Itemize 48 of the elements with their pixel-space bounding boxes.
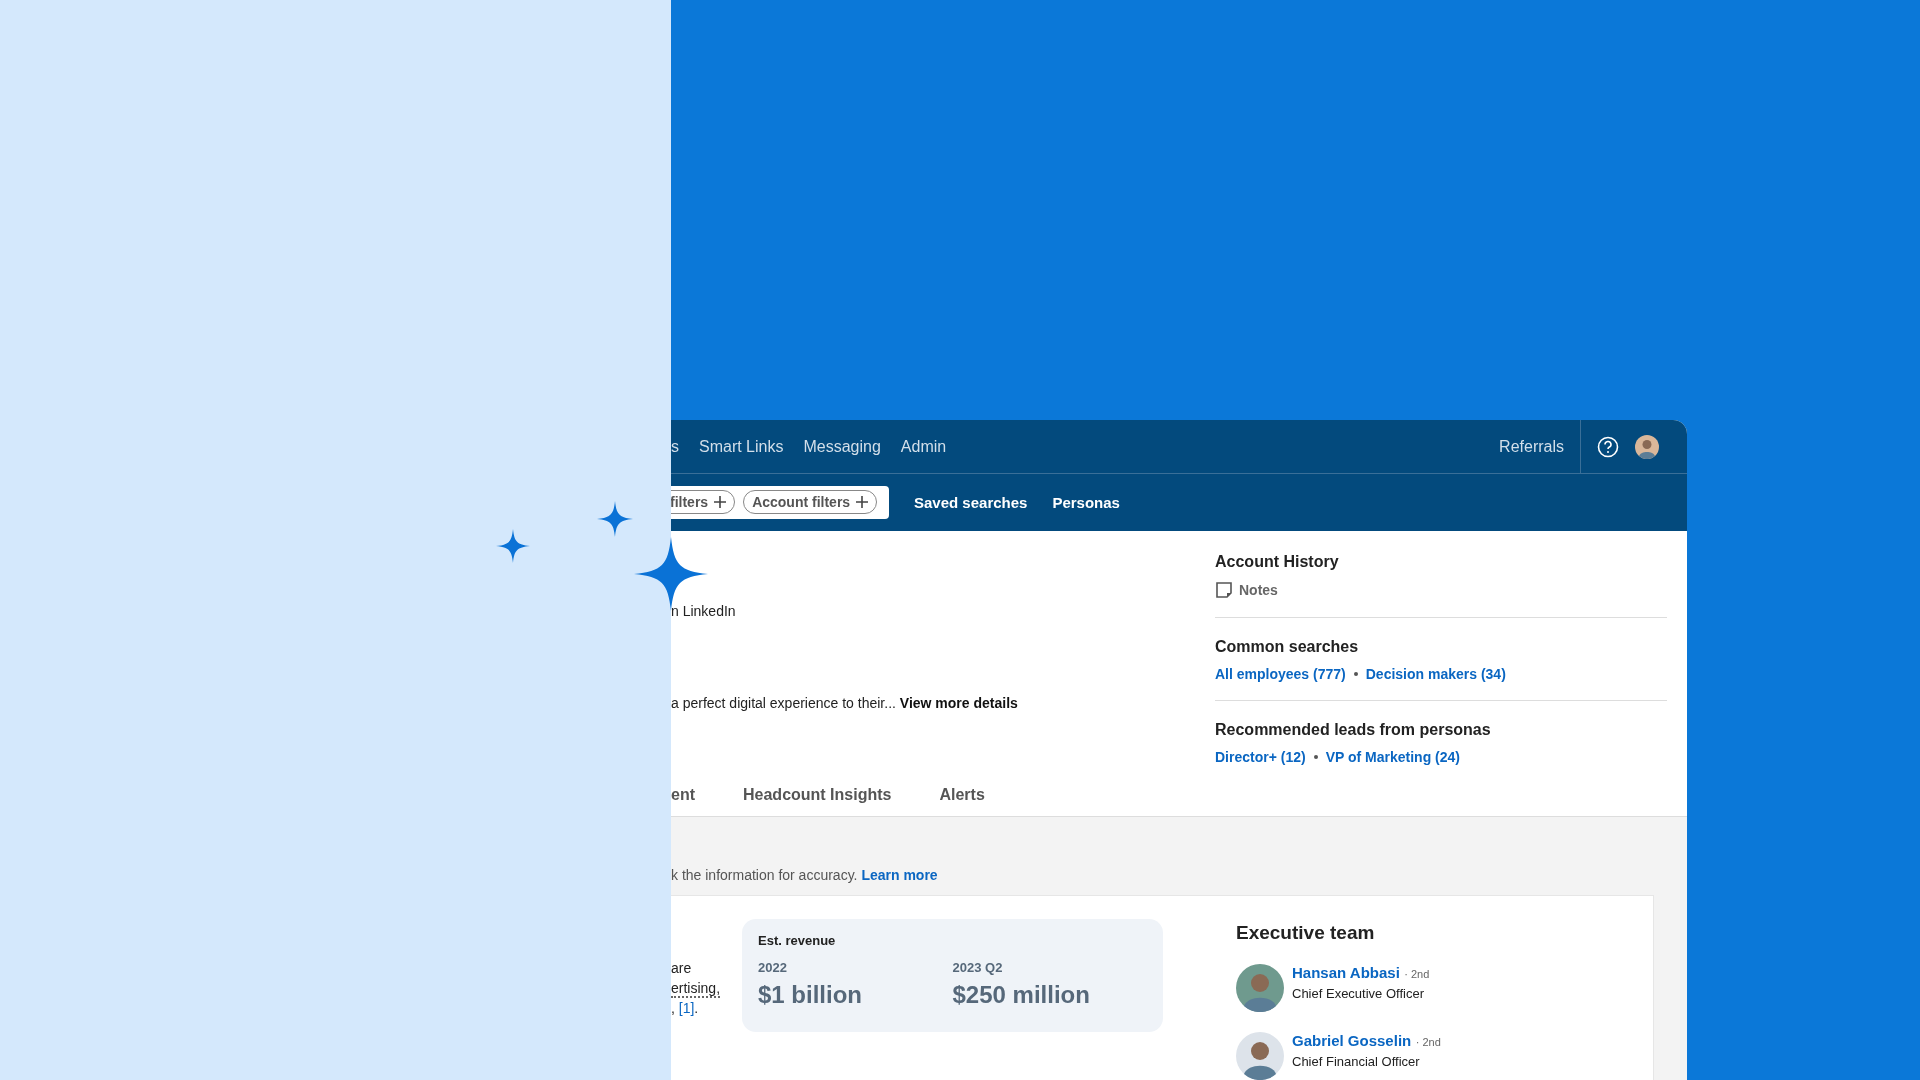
person-name[interactable]: Gabriel Gosselin [1292,1032,1412,1049]
overview-text: ertising, [671,980,721,998]
nav-link[interactable]: Personas [1052,493,1120,511]
nav-link[interactable]: Messaging [803,437,881,456]
help-icon[interactable] [1597,435,1619,458]
separator-dot [1313,754,1318,759]
section-title: Account History [1215,552,1340,571]
nav-link[interactable]: Referrals [1499,437,1564,456]
overview-text: , [1]. [671,1000,700,1016]
tab[interactable]: ent [671,786,695,804]
filter-chip[interactable]: filters [671,490,736,515]
plus-icon [714,496,727,509]
executive-title: Executive team [1236,922,1376,944]
search-link[interactable]: Director+ (12) [1215,748,1306,765]
person-name[interactable]: Hansan Abbasi [1292,964,1400,981]
avatar-icon [1635,434,1659,459]
role-text: Chief Financial Officer [1292,1054,1421,1069]
separator-dot [1353,671,1358,676]
nav-link[interactable]: s [671,437,679,456]
filter-chip[interactable]: Account filters [743,490,878,515]
tab[interactable]: Alerts [939,786,985,804]
degree-text: · 2nd [1404,968,1430,980]
section-title: Common searches [1215,637,1360,656]
period-label: 2023 Q2 [952,960,1004,975]
revenue-value: $1 billion [758,981,863,1009]
nav-link[interactable]: Smart Links [699,437,784,456]
search-link[interactable]: All employees (777) [1215,665,1346,682]
description-text: a perfect digital experience to their... View more details [671,694,1019,711]
note-icon [1215,580,1233,599]
search-link[interactable]: Decision makers (34) [1365,665,1506,682]
avatar-icon [1236,964,1284,1012]
period-label: 2022 [758,960,788,975]
source-text: n LinkedIn [671,602,737,619]
nav-link[interactable]: Saved searches [914,493,1028,511]
nav-link[interactable]: Admin [900,437,947,456]
notice-text: k the information for accuracy. Learn more [671,867,939,883]
tab[interactable]: Headcount Insights [743,786,892,804]
degree-text: · 2nd [1415,1036,1441,1048]
plus-icon [856,496,869,509]
role-text: Chief Executive Officer [1292,986,1425,1001]
section-title: Recommended leads from personas [1215,720,1492,739]
revenue-title: Est. revenue [758,933,837,948]
revenue-value: $250 million [952,981,1091,1009]
overview-text: are [671,960,693,976]
learn-more-link[interactable]: Learn more [861,867,938,883]
search-link[interactable]: VP of Marketing (24) [1325,748,1460,765]
view-more-link[interactable]: View more details [899,694,1018,711]
notes-link[interactable]: Notes [1239,581,1278,598]
